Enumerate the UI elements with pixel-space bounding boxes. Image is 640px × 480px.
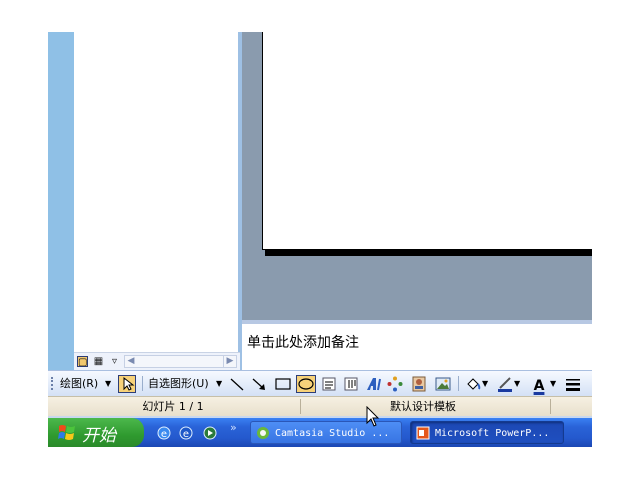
notes-placeholder[interactable]: 单击此处添加备注 bbox=[247, 332, 359, 352]
start-button[interactable]: 开始 bbox=[48, 418, 144, 447]
normal-view-icon[interactable]: ▢ bbox=[77, 356, 88, 368]
notes-pane[interactable]: 单击此处添加备注 bbox=[242, 324, 592, 370]
drawing-toolbar: 绘图(R) ▼ 自选图形(U) ▼ ▼ ▼ A ▼ bbox=[48, 370, 592, 396]
oval-icon[interactable] bbox=[296, 375, 316, 393]
start-label[interactable]: 开始 bbox=[82, 421, 116, 446]
outline-tab-strip bbox=[48, 32, 74, 370]
horizontal-scrollbar[interactable]: ◀ ▶ bbox=[124, 355, 237, 368]
svg-text:e: e bbox=[183, 429, 189, 440]
svg-text:e: e bbox=[161, 429, 167, 440]
mouse-cursor-icon bbox=[366, 406, 380, 427]
status-bar: 幻灯片 1 / 1 默认设计模板 bbox=[48, 396, 592, 416]
picture-icon[interactable] bbox=[434, 375, 452, 393]
windows-taskbar: 开始 e e » Camtasia Studio ... Microsoft P… bbox=[48, 418, 592, 447]
fill-color-icon[interactable] bbox=[464, 375, 482, 393]
diagram-icon[interactable] bbox=[386, 375, 404, 393]
slide-sorter-view-icon[interactable]: ▦ bbox=[93, 356, 104, 367]
clip-art-icon[interactable] bbox=[410, 375, 428, 393]
autoshapes-dropdown-icon[interactable]: ▼ bbox=[216, 374, 222, 393]
text-box-icon[interactable] bbox=[320, 375, 338, 393]
line-icon[interactable] bbox=[228, 375, 246, 393]
scroll-left-icon[interactable]: ◀ bbox=[125, 356, 137, 367]
taskbar-button-powerpoint[interactable]: Microsoft PowerP... bbox=[410, 421, 564, 444]
status-divider bbox=[550, 399, 551, 414]
scroll-right-icon[interactable]: ▶ bbox=[223, 356, 236, 367]
font-color-icon[interactable]: A bbox=[530, 375, 548, 394]
windows-flag-icon bbox=[58, 425, 75, 440]
slide-thumbnail-pane[interactable] bbox=[74, 32, 238, 370]
draw-menu-dropdown-icon[interactable]: ▼ bbox=[105, 374, 111, 393]
toolbar-separator bbox=[458, 376, 459, 391]
camtasia-icon bbox=[257, 427, 269, 439]
status-divider bbox=[300, 399, 301, 414]
draw-menu-button[interactable]: 绘图(R) bbox=[60, 374, 98, 393]
quick-launch-more-icon[interactable]: » bbox=[230, 421, 237, 434]
powerpoint-window: ▢ ▦ ▿ ◀ ▶ 单击此处添加备注 绘图(R) ▼ 自选图形(U) ▼ ▼ ▼… bbox=[48, 32, 592, 447]
select-objects-icon[interactable] bbox=[118, 375, 136, 393]
outlook-express-icon[interactable]: e bbox=[178, 425, 194, 441]
rectangle-icon[interactable] bbox=[274, 375, 292, 393]
font-color-dropdown-icon[interactable]: ▼ bbox=[550, 374, 556, 393]
view-controls-bar: ▢ ▦ ▿ ◀ ▶ bbox=[74, 352, 240, 370]
slide-editing-area bbox=[242, 32, 592, 320]
line-color-icon[interactable] bbox=[496, 375, 514, 393]
task-label: Microsoft PowerP... bbox=[435, 428, 550, 439]
powerpoint-icon bbox=[416, 426, 430, 440]
line-color-dropdown-icon[interactable]: ▼ bbox=[514, 374, 520, 393]
autoshapes-menu-button[interactable]: 自选图形(U) bbox=[148, 374, 209, 393]
media-player-icon[interactable] bbox=[202, 425, 218, 441]
fill-color-dropdown-icon[interactable]: ▼ bbox=[482, 374, 488, 393]
internet-explorer-icon[interactable]: e bbox=[156, 425, 172, 441]
vertical-text-box-icon[interactable] bbox=[342, 375, 360, 393]
arrow-icon[interactable] bbox=[250, 375, 268, 393]
line-style-icon[interactable] bbox=[564, 375, 582, 393]
slide-indicator: 幻灯片 1 / 1 bbox=[142, 400, 204, 413]
toolbar-separator bbox=[142, 376, 143, 391]
wordart-icon[interactable] bbox=[364, 375, 382, 393]
slide-canvas[interactable] bbox=[262, 32, 592, 250]
toolbar-grip[interactable] bbox=[51, 377, 55, 390]
slideshow-view-icon[interactable]: ▿ bbox=[109, 356, 120, 367]
